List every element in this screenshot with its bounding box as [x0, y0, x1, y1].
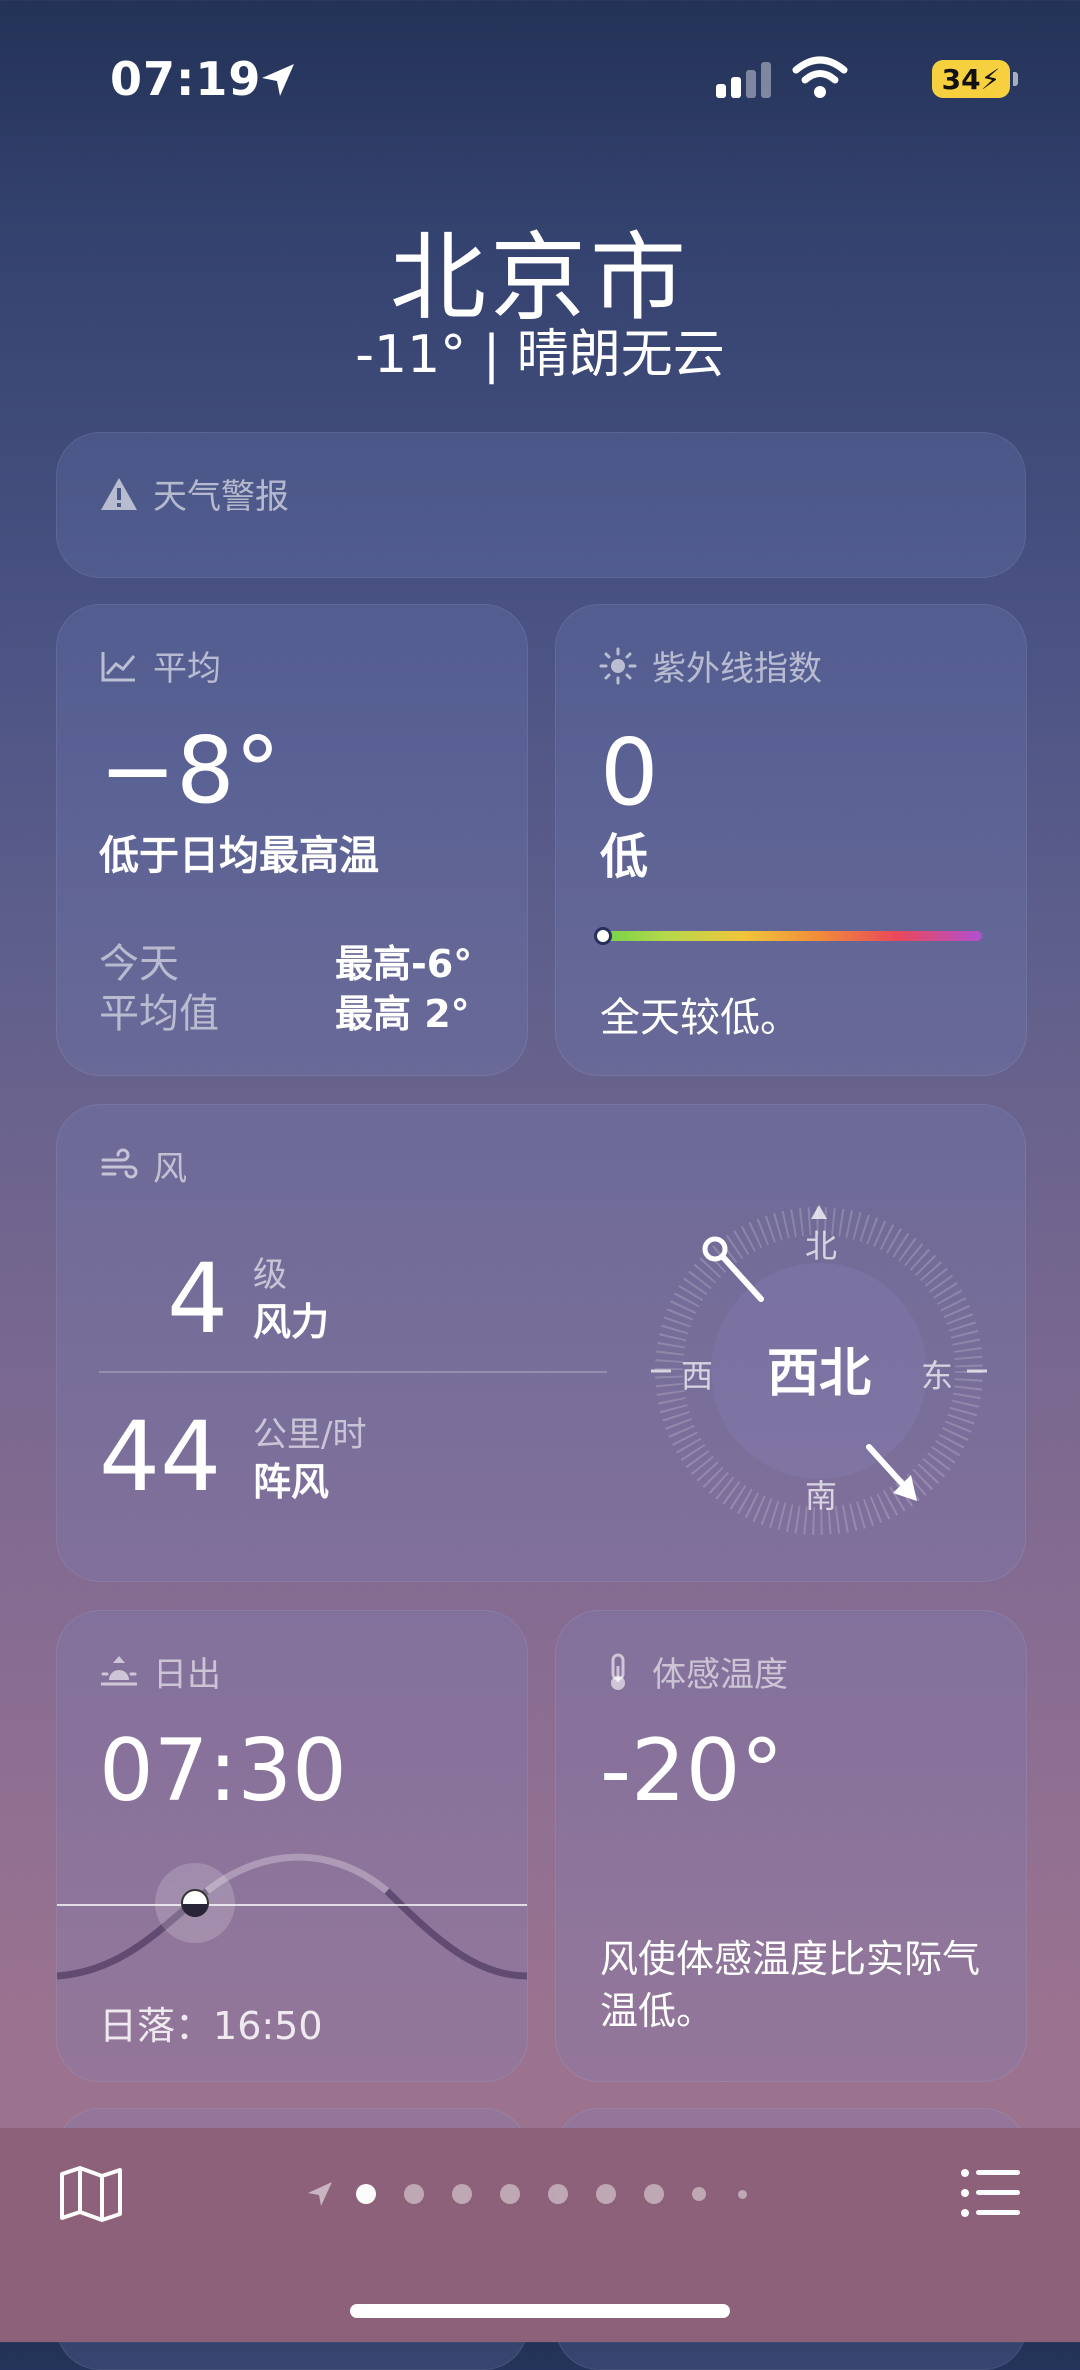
page-dot[interactable]: [738, 2189, 747, 2199]
current-summary: -11° | 晴朗无云: [355, 325, 725, 385]
average-title: 平均: [153, 649, 221, 689]
page-dot[interactable]: [404, 2184, 424, 2204]
gust-label: 阵风: [253, 1460, 330, 1504]
location-arrow-icon: [262, 64, 294, 96]
sunset-label: 日落：: [99, 2004, 214, 2048]
sunrise-time: 07:30: [99, 1721, 347, 1821]
wind-divider: [99, 1371, 607, 1373]
gust-unit: 公里/时: [253, 1415, 367, 1455]
wind-level-label: 风力: [253, 1300, 330, 1344]
page-dot[interactable]: [356, 2184, 376, 2204]
page-indicator[interactable]: [306, 2180, 775, 2208]
wind-level-value: 4: [167, 1243, 229, 1355]
trend-chart-icon: [101, 651, 136, 681]
average-label: 平均值: [99, 991, 219, 1037]
wind-direction: 西北: [766, 1344, 871, 1404]
wind-icon: [101, 1148, 138, 1178]
map-icon[interactable]: [58, 2164, 124, 2224]
average-subtitle: 低于日均最高温: [99, 833, 379, 879]
average-card[interactable]: 平均 −8° 低于日均最高温 今天 最高-6° 平均值 最高 2°: [56, 604, 528, 1076]
uv-title: 紫外线指数: [652, 649, 822, 689]
average-high-value: 最高 2°: [335, 992, 470, 1036]
feels-like-note: 风使体感温度比实际气温低。: [600, 1937, 981, 2033]
sunset-info: 日落：16:50: [99, 1995, 323, 2050]
sun-icon: [599, 647, 637, 684]
page-dot[interactable]: [452, 2184, 472, 2204]
wind-card-title: 风: [99, 1141, 187, 1190]
sunrise-card-title: 日出: [99, 1647, 221, 1696]
uv-note: 全天较低。: [600, 995, 800, 1041]
feels-like-card-title: 体感温度: [598, 1647, 788, 1696]
sun-path-curve: [57, 1853, 527, 1980]
city-list-icon[interactable]: [960, 2166, 1020, 2220]
alert-card-title: 天气警报: [99, 469, 289, 518]
current-location-icon: [308, 2182, 332, 2206]
page-dot[interactable]: [644, 2184, 664, 2204]
wind-level-unit: 级: [253, 1255, 287, 1295]
warning-triangle-icon: [101, 477, 137, 510]
uv-index-card[interactable]: 紫外线指数 0 低 全天较低。: [555, 604, 1027, 1076]
feels-like-value: -20°: [600, 1721, 784, 1821]
battery-level: 34: [941, 62, 981, 96]
compass-north: 北: [805, 1227, 838, 1265]
feels-like-title: 体感温度: [652, 1655, 788, 1695]
page-dot[interactable]: [548, 2184, 568, 2204]
sunrise-card[interactable]: 日出 07:30 日落：16:50: [56, 1610, 528, 2082]
wifi-icon: [792, 56, 848, 98]
average-value: −8°: [99, 717, 281, 824]
alert-title: 天气警报: [153, 477, 289, 517]
sunrise-title: 日出: [153, 1655, 221, 1695]
wind-title: 风: [153, 1149, 187, 1189]
feels-like-card[interactable]: 体感温度 -20° 风使体感温度比实际气温低。: [555, 1610, 1027, 2082]
wind-compass: 北 南 东 西 西北: [649, 1201, 989, 1541]
page-dot[interactable]: [596, 2184, 616, 2204]
uv-level: 低: [600, 829, 649, 885]
status-bar: 07:19 34 ⚡: [110, 52, 1018, 108]
page-dot[interactable]: [692, 2187, 706, 2201]
thermometer-icon: [611, 1653, 625, 1690]
uv-card-title: 紫外线指数: [598, 641, 822, 690]
sunset-time: 16:50: [213, 2004, 323, 2048]
status-time: 07:19: [110, 52, 262, 106]
sunrise-icon: [101, 1655, 137, 1685]
home-indicator[interactable]: [350, 2304, 730, 2318]
today-value: 最高-6°: [335, 942, 473, 986]
battery-indicator: 34 ⚡: [932, 60, 1018, 98]
compass-south: 南: [805, 1477, 838, 1515]
gust-value: 44: [99, 1401, 222, 1513]
average-card-title: 平均: [99, 641, 221, 690]
wind-card[interactable]: 风 4 级 风力 44 公里/时 阵风 北 南 东 西 西北: [56, 1104, 1026, 1582]
uv-scale-bar: [598, 931, 982, 941]
weather-alert-card[interactable]: 天气警报: [56, 432, 1026, 578]
cellular-signal-icon: [716, 62, 771, 98]
uv-value: 0: [600, 719, 659, 826]
uv-level-marker: [594, 927, 612, 945]
page-dot[interactable]: [500, 2184, 520, 2204]
